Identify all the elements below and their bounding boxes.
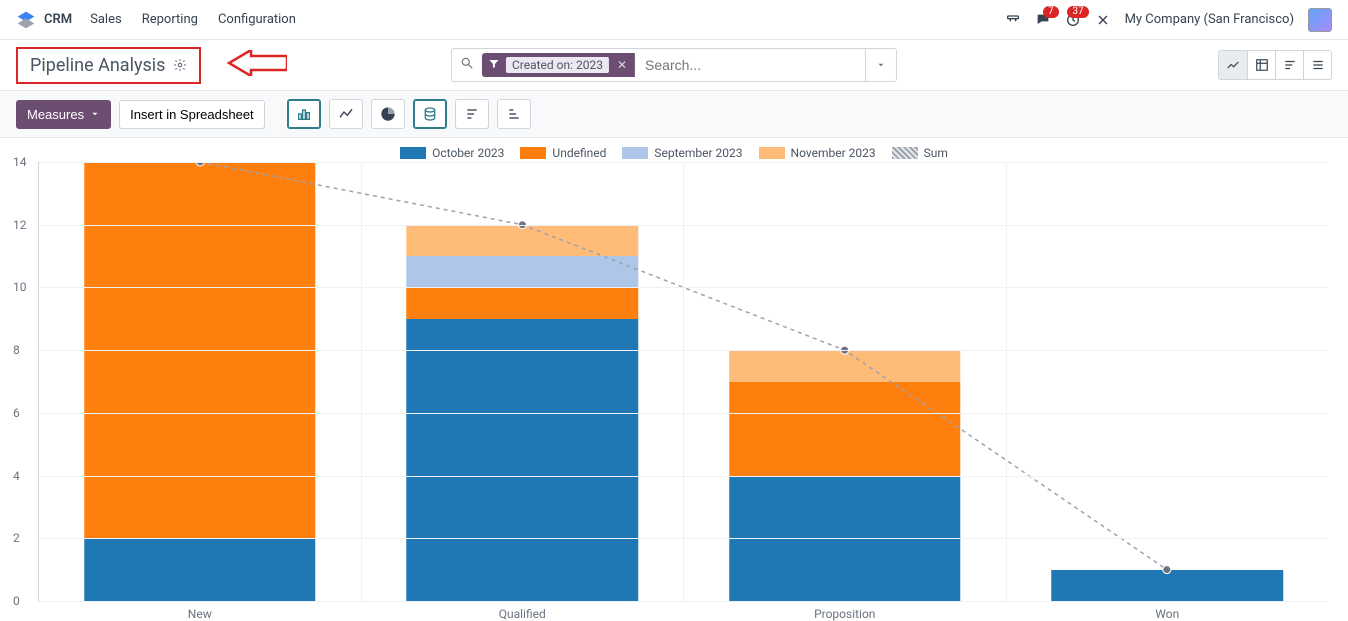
- page-title-highlight: Pipeline Analysis: [16, 47, 201, 84]
- bar-segment[interactable]: [729, 382, 960, 476]
- measures-button[interactable]: Measures: [16, 100, 111, 129]
- bar-group: Qualified: [362, 162, 685, 601]
- chart-plot: NewQualifiedPropositionWon 02468101214: [38, 162, 1328, 602]
- user-avatar[interactable]: [1308, 8, 1332, 32]
- bar-group: New: [39, 162, 362, 601]
- activities-button[interactable]: 37: [1065, 12, 1081, 28]
- nav-item-reporting[interactable]: Reporting: [142, 12, 198, 27]
- y-tick-label: 12: [13, 218, 27, 232]
- phone-icon[interactable]: [1005, 12, 1021, 28]
- bar-group: Proposition: [684, 162, 1007, 601]
- view-cohort-button[interactable]: [1275, 51, 1303, 79]
- measures-label: Measures: [27, 107, 84, 122]
- bar-segment[interactable]: [407, 225, 638, 256]
- gear-icon[interactable]: [173, 58, 187, 72]
- x-tick-label: Won: [1007, 607, 1329, 621]
- app-logo-icon: [16, 10, 36, 30]
- legend-item[interactable]: October 2023: [400, 146, 504, 160]
- y-tick-label: 6: [13, 406, 20, 420]
- view-list-button[interactable]: [1303, 51, 1331, 79]
- y-tick-label: 4: [13, 469, 20, 483]
- chart-stacked-button[interactable]: [413, 99, 447, 129]
- control-panel: Pipeline Analysis Created on: 2023 ✕: [0, 40, 1348, 90]
- search-input[interactable]: [635, 51, 865, 79]
- annotation-arrow-icon: [227, 50, 287, 80]
- legend-item[interactable]: Undefined: [520, 146, 606, 160]
- app-brand[interactable]: CRM: [44, 12, 72, 27]
- chevron-down-icon: [90, 109, 100, 119]
- x-tick-label: Qualified: [362, 607, 684, 621]
- bar-segment[interactable]: [1052, 570, 1283, 601]
- bar-segment[interactable]: [407, 319, 638, 601]
- legend-item[interactable]: November 2023: [759, 146, 876, 160]
- filter-chip-text: Created on: 2023: [506, 57, 609, 73]
- filter-chip-remove[interactable]: ✕: [615, 58, 629, 72]
- search-filter-chip: Created on: 2023 ✕: [482, 53, 635, 77]
- page-title: Pipeline Analysis: [30, 55, 165, 76]
- nav-item-configuration[interactable]: Configuration: [218, 12, 296, 27]
- bar-segment[interactable]: [729, 350, 960, 381]
- bar-segment[interactable]: [407, 287, 638, 318]
- chart-sort-desc-button[interactable]: [455, 99, 489, 129]
- chart-type-line-button[interactable]: [329, 99, 363, 129]
- legend-item[interactable]: September 2023: [622, 146, 742, 160]
- graph-toolbar: Measures Insert in Spreadsheet: [0, 90, 1348, 138]
- company-switcher[interactable]: My Company (San Francisco): [1125, 12, 1294, 27]
- messages-button[interactable]: 7: [1035, 12, 1051, 28]
- bar-segment[interactable]: [84, 538, 315, 601]
- chart-area: October 2023 Undefined September 2023 Novem…: [0, 138, 1348, 602]
- x-tick-label: Proposition: [684, 607, 1006, 621]
- chart-type-bar-button[interactable]: [287, 99, 321, 129]
- view-pivot-button[interactable]: [1247, 51, 1275, 79]
- top-nav: CRM Sales Reporting Configuration 7 37 M…: [0, 0, 1348, 40]
- x-tick-label: New: [39, 607, 361, 621]
- y-tick-label: 10: [13, 280, 27, 294]
- view-switcher: [1218, 50, 1332, 80]
- y-tick-label: 0: [13, 594, 20, 608]
- tools-icon[interactable]: [1095, 12, 1111, 28]
- bar-segment[interactable]: [407, 256, 638, 287]
- funnel-icon: [488, 58, 500, 73]
- y-tick-label: 8: [13, 343, 20, 357]
- y-tick-label: 2: [13, 531, 20, 545]
- insert-spreadsheet-button[interactable]: Insert in Spreadsheet: [119, 100, 265, 129]
- search-icon: [452, 56, 482, 74]
- search-options-caret[interactable]: [865, 49, 896, 81]
- legend-item[interactable]: Sum: [892, 146, 948, 160]
- chart-type-pie-button[interactable]: [371, 99, 405, 129]
- view-graph-button[interactable]: [1219, 51, 1247, 79]
- nav-item-sales[interactable]: Sales: [90, 12, 122, 27]
- search-bar: Created on: 2023 ✕: [451, 48, 897, 82]
- chart-sort-asc-button[interactable]: [497, 99, 531, 129]
- chart-legend: October 2023 Undefined September 2023 Novem…: [10, 146, 1338, 160]
- activities-badge: 37: [1067, 6, 1088, 18]
- messages-badge: 7: [1043, 6, 1059, 18]
- bar-group: Won: [1007, 162, 1329, 601]
- y-tick-label: 14: [13, 155, 27, 169]
